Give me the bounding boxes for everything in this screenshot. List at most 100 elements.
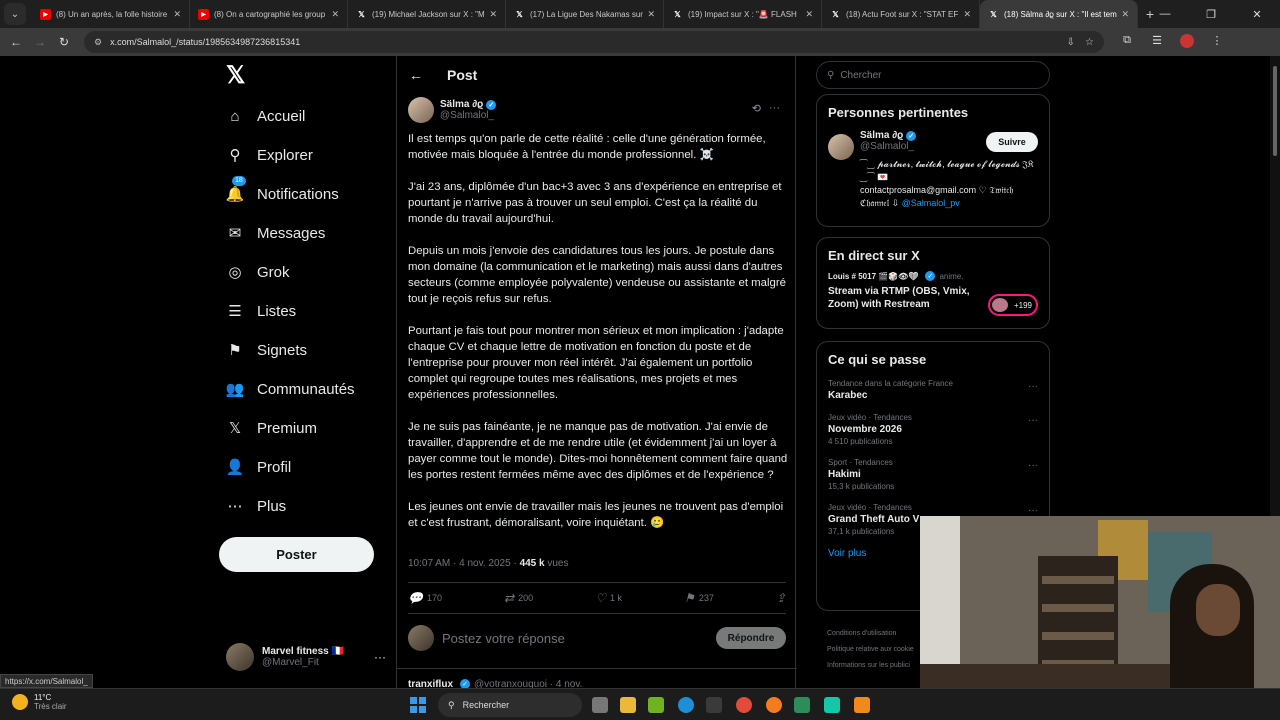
live-listeners[interactable]: +199 [988,294,1038,316]
author-name[interactable]: Sälma ∂ϱ ✓ [440,99,497,110]
author-handle[interactable]: @Salmalol_ [440,110,496,121]
post-button[interactable]: Poster [219,537,374,572]
close-tab-icon[interactable]: ✕ [331,9,339,20]
more-icon[interactable]: ··· [1028,415,1038,426]
nav-item-listes[interactable]: ☰ Listes [226,293,296,329]
reply-button[interactable]: Répondre [716,627,786,649]
firefox-icon[interactable] [766,697,782,713]
vlc-icon[interactable] [854,697,870,713]
reply-action[interactable]: 💬 170 [408,590,442,606]
live-card: En direct sur X Louis # 5017 🎬🎲👁❤ ✓ anim… [816,237,1050,329]
footer-link[interactable]: Conditions d'utilisation [827,626,914,642]
maximize-button[interactable]: ❐ [1188,0,1234,28]
nav-item-accueil[interactable]: ⌂ Accueil [226,98,305,134]
reply-author-name[interactable]: tranxiflux [408,679,453,689]
footer-link[interactable]: Politique relative aux cookie [827,642,914,658]
nvidia-icon[interactable] [648,697,664,713]
browser-tab[interactable]: 𝕏 (18) Actu Foot sur X : "STAT EF ✕ [822,0,980,28]
back-button[interactable]: ← [4,35,28,49]
extensions-icon[interactable]: ⧉ [1112,34,1142,51]
trend-item[interactable]: Sport · Tendances Hakimi 15,3 k publicatio… [817,452,1049,497]
close-tab-icon[interactable]: ✕ [963,9,971,20]
reading-list-icon[interactable]: ☰ [1142,34,1172,51]
app-icon[interactable] [794,697,810,713]
share-action[interactable]: ⇪ [776,590,786,606]
browser-tab[interactable]: 𝕏 (18) Sälma ∂ϱ sur X : "Il est tem ✕ [980,0,1138,28]
reply-input[interactable]: Postez votre réponse [442,631,716,646]
tab-title: (19) Michael Jackson sur X : "M [372,9,485,19]
browser-tab[interactable]: ▶ (8) On a cartographié les group ✕ [190,0,348,28]
address-bar[interactable]: ⚙ x.com/Salmalol_/status/198563498723681… [84,31,1104,53]
scrollbar-thumb[interactable] [1273,66,1277,156]
like-count: 1 k [609,593,622,603]
browser-menu-icon[interactable]: ⋮ [1202,34,1232,51]
trend-item[interactable]: Jeux vidéo · Tendances Novembre 2026 4 510… [817,407,1049,452]
back-arrow-icon[interactable]: ← [409,67,433,83]
reload-button[interactable]: ↻ [52,35,76,49]
close-tab-icon[interactable]: ✕ [805,9,813,20]
more-icon[interactable]: ··· [374,650,386,664]
post-timestamp[interactable]: 10:07 AM · 4 nov. 2025 · [408,558,517,569]
close-tab-icon[interactable]: ✕ [489,9,497,20]
weather-widget[interactable]: 11°C Très clair [12,693,67,711]
file-explorer-icon[interactable] [620,697,636,713]
avatar[interactable] [828,134,854,160]
nav-item-explorer[interactable]: ⚲ Explorer [226,137,313,173]
browser-tab[interactable]: 𝕏 (17) La Ligue Des Nakamas sur ✕ [506,0,664,28]
verified-badge-icon: ✓ [906,130,917,141]
more-icon[interactable]: ··· [1028,460,1038,471]
browser-tab[interactable]: ▶ (8) Un an après, la folle histoire ✕ [32,0,190,28]
nav-item-messages[interactable]: ✉ Messages [226,215,326,251]
chrome-icon[interactable] [736,697,752,713]
nav-item-notifications[interactable]: 🔔 18 Notifications [226,176,339,212]
avatar [992,298,1008,312]
nav-item-profil[interactable]: 👤 Profil [225,449,292,485]
footer-link[interactable]: Informations sur les publici [827,658,914,674]
heart-icon: ♡ [595,591,606,605]
like-action[interactable]: ♡ 1 k [595,590,622,606]
close-tab-icon[interactable]: ✕ [173,9,181,20]
more-icon[interactable]: ··· [1028,381,1038,392]
windows-start-icon[interactable] [410,697,426,713]
page-title: Post [447,67,478,83]
trend-item[interactable]: Tendance dans la catégorie France Karabec… [817,373,1049,407]
nav-item-grok[interactable]: ◎ Grok [226,254,289,290]
nav-item-premium[interactable]: 𝕏 Premium [226,410,317,446]
x-logo-icon[interactable]: 𝕏 [226,64,250,88]
live-title[interactable]: Stream via RTMP (OBS, Vmix, Zoom) with R… [817,281,987,319]
profile-icon: 👤 [225,459,245,476]
follow-button[interactable]: Suivre [986,132,1038,152]
tab-search-button[interactable]: ⌄ [4,3,26,25]
app-icon[interactable] [824,697,840,713]
repost-action[interactable]: ⇄ 200 [504,590,533,606]
close-window-button[interactable]: ✕ [1234,0,1280,28]
browser-tab[interactable]: 𝕏 (19) Michael Jackson sur X : "M ✕ [348,0,506,28]
nav-item-plus[interactable]: ⋯ Plus [226,488,287,524]
nav-item-signets[interactable]: ⚑ Signets [226,332,307,368]
site-info-icon[interactable]: ⚙ [94,37,102,48]
bookmark-star-icon[interactable]: ☆ [1085,37,1094,48]
person-row[interactable]: Sälma ∂ϱ ✓ @Salmalol_ ⁀‿ 𝓹𝓪𝓻𝓽𝓷𝓮𝓻, 𝓽𝔀𝓲𝓽𝓬𝓱,… [817,120,1049,220]
author-avatar[interactable] [408,97,434,123]
close-tab-icon[interactable]: ✕ [647,9,655,20]
minimize-button[interactable]: — [1142,0,1188,28]
taskbar-search[interactable]: ⚲ Rechercher [438,693,582,717]
profile-icon[interactable] [1172,33,1202,51]
account-switcher[interactable]: Marvel fitness 🇫🇷 @Marvel_Fit ··· [226,641,386,673]
grok-icon[interactable]: ⟲ [752,102,761,115]
edge-icon[interactable] [678,697,694,713]
live-host[interactable]: Louis # 5017 🎬🎲👁❤ ✓ anime. [817,263,1049,281]
bio-link[interactable]: @Salmalol_pv [902,198,960,208]
forward-button[interactable]: → [28,35,52,49]
more-icon[interactable]: ··· [769,102,780,115]
task-view-icon[interactable] [592,697,608,713]
reply-author-handle[interactable]: @votranxouquoi · 4 nov. [474,679,582,689]
nav-item-communautés[interactable]: 👥 Communautés [226,371,355,407]
install-app-icon[interactable]: ⇩ [1067,37,1075,48]
browser-tab[interactable]: 𝕏 (19) Impact sur X : "🚨 FLASH ✕ [664,0,822,28]
bookmark-action[interactable]: ⚑ 237 [684,590,714,606]
close-tab-icon[interactable]: ✕ [1121,9,1129,20]
search-input[interactable]: ⚲ Chercher [816,61,1050,89]
more-icon[interactable]: ··· [1028,505,1038,516]
store-icon[interactable] [706,697,722,713]
